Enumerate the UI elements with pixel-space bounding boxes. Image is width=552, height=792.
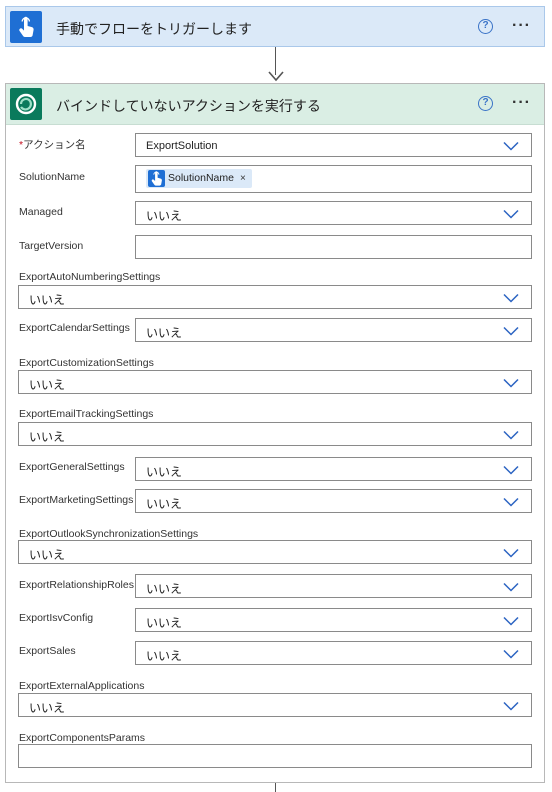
chevron-down-icon[interactable] <box>503 141 519 151</box>
action-title[interactable]: バインドしていないアクションを実行する <box>56 96 321 116</box>
chevron-down-icon[interactable] <box>503 701 519 711</box>
export-isv-config-value: いいえ <box>146 616 183 630</box>
export-email-tracking-settings-dropdown[interactable]: いいえ <box>18 422 532 446</box>
chevron-down-icon[interactable] <box>503 293 519 303</box>
export-general-settings-value: いいえ <box>146 465 183 479</box>
export-customization-settings-value: いいえ <box>29 378 66 392</box>
touch-hand-icon <box>10 11 42 43</box>
help-icon[interactable]: ? <box>478 96 493 111</box>
more-options-icon[interactable]: ··· <box>512 95 531 111</box>
export-customization-settings-dropdown[interactable]: いいえ <box>18 370 532 394</box>
export-calendar-settings-label: ExportCalendarSettings <box>19 322 130 334</box>
managed-dropdown[interactable]: いいえ <box>135 201 532 225</box>
export-auto-numbering-settings-value: いいえ <box>29 293 66 307</box>
export-auto-numbering-settings-dropdown[interactable]: いいえ <box>18 285 532 309</box>
down-arrow-icon <box>268 71 284 82</box>
export-components-params-input[interactable] <box>18 744 532 768</box>
dataverse-icon <box>10 88 42 120</box>
export-outlook-synchronization-settings-dropdown[interactable]: いいえ <box>18 540 532 564</box>
export-relationship-roles-value: いいえ <box>146 582 183 596</box>
export-email-tracking-settings-label: ExportEmailTrackingSettings <box>19 408 154 420</box>
export-sales-dropdown[interactable]: いいえ <box>135 641 532 665</box>
action-name-label-text: アクション名 <box>23 139 86 151</box>
action-name-value: ExportSolution <box>146 140 218 152</box>
export-customization-settings-label: ExportCustomizationSettings <box>19 357 154 369</box>
export-marketing-settings-dropdown[interactable]: いいえ <box>135 489 532 513</box>
export-relationship-roles-dropdown[interactable]: いいえ <box>135 574 532 598</box>
export-marketing-settings-label: ExportMarketingSettings <box>19 494 134 506</box>
export-components-params-label: ExportComponentsParams <box>19 732 146 744</box>
export-outlook-synchronization-settings-label: ExportOutlookSynchronizationSettings <box>19 528 199 540</box>
managed-label: Managed <box>19 206 63 218</box>
chevron-down-icon[interactable] <box>503 430 519 440</box>
help-icon[interactable]: ? <box>478 19 493 34</box>
chevron-down-icon[interactable] <box>503 497 519 507</box>
chevron-down-icon[interactable] <box>503 616 519 626</box>
export-relationship-roles-label: ExportRelationshipRoles <box>19 579 134 591</box>
solution-name-label: SolutionName <box>19 171 85 183</box>
trigger-title[interactable]: 手動でフローをトリガーします <box>56 19 252 39</box>
trigger-card[interactable]: 手動でフローをトリガーします ? ··· <box>5 6 545 47</box>
chevron-down-icon[interactable] <box>503 465 519 475</box>
chevron-down-icon[interactable] <box>503 378 519 388</box>
export-external-applications-label: ExportExternalApplications <box>19 680 145 692</box>
managed-value: いいえ <box>146 209 183 223</box>
export-general-settings-label: ExportGeneralSettings <box>19 461 125 473</box>
target-version-input[interactable] <box>135 235 532 259</box>
action-header[interactable]: バインドしていないアクションを実行する ? ··· <box>6 84 544 125</box>
export-sales-value: いいえ <box>146 649 183 663</box>
chevron-down-icon[interactable] <box>503 548 519 558</box>
export-auto-numbering-settings-label: ExportAutoNumberingSettings <box>19 271 161 283</box>
action-name-label: *アクション名 <box>19 137 86 152</box>
export-calendar-settings-value: いいえ <box>146 326 183 340</box>
chevron-down-icon[interactable] <box>503 582 519 592</box>
token-label: SolutionName <box>168 172 234 184</box>
export-general-settings-dropdown[interactable]: いいえ <box>135 457 532 481</box>
export-external-applications-dropdown[interactable]: いいえ <box>18 693 532 717</box>
export-isv-config-dropdown[interactable]: いいえ <box>135 608 532 632</box>
close-icon[interactable]: × <box>240 173 246 184</box>
action-card: バインドしていないアクションを実行する ? ··· *アクション名 Export… <box>5 83 545 783</box>
export-email-tracking-settings-value: いいえ <box>29 430 66 444</box>
chevron-down-icon[interactable] <box>503 649 519 659</box>
chevron-down-icon[interactable] <box>503 209 519 219</box>
target-version-label: TargetVersion <box>19 240 84 252</box>
chevron-down-icon[interactable] <box>503 326 519 336</box>
action-name-dropdown[interactable]: ExportSolution <box>135 133 532 157</box>
export-sales-label: ExportSales <box>19 645 76 657</box>
more-options-icon[interactable]: ··· <box>512 18 531 34</box>
export-external-applications-value: いいえ <box>29 701 66 715</box>
connector-line <box>275 783 277 792</box>
export-isv-config-label: ExportIsvConfig <box>19 612 94 624</box>
touch-hand-icon <box>148 170 165 187</box>
export-outlook-synchronization-settings-value: いいえ <box>29 548 66 562</box>
export-calendar-settings-dropdown[interactable]: いいえ <box>135 318 532 342</box>
solution-name-token[interactable]: SolutionName × <box>146 169 252 188</box>
export-marketing-settings-value: いいえ <box>146 497 183 511</box>
solution-name-field[interactable]: SolutionName × <box>135 165 532 193</box>
